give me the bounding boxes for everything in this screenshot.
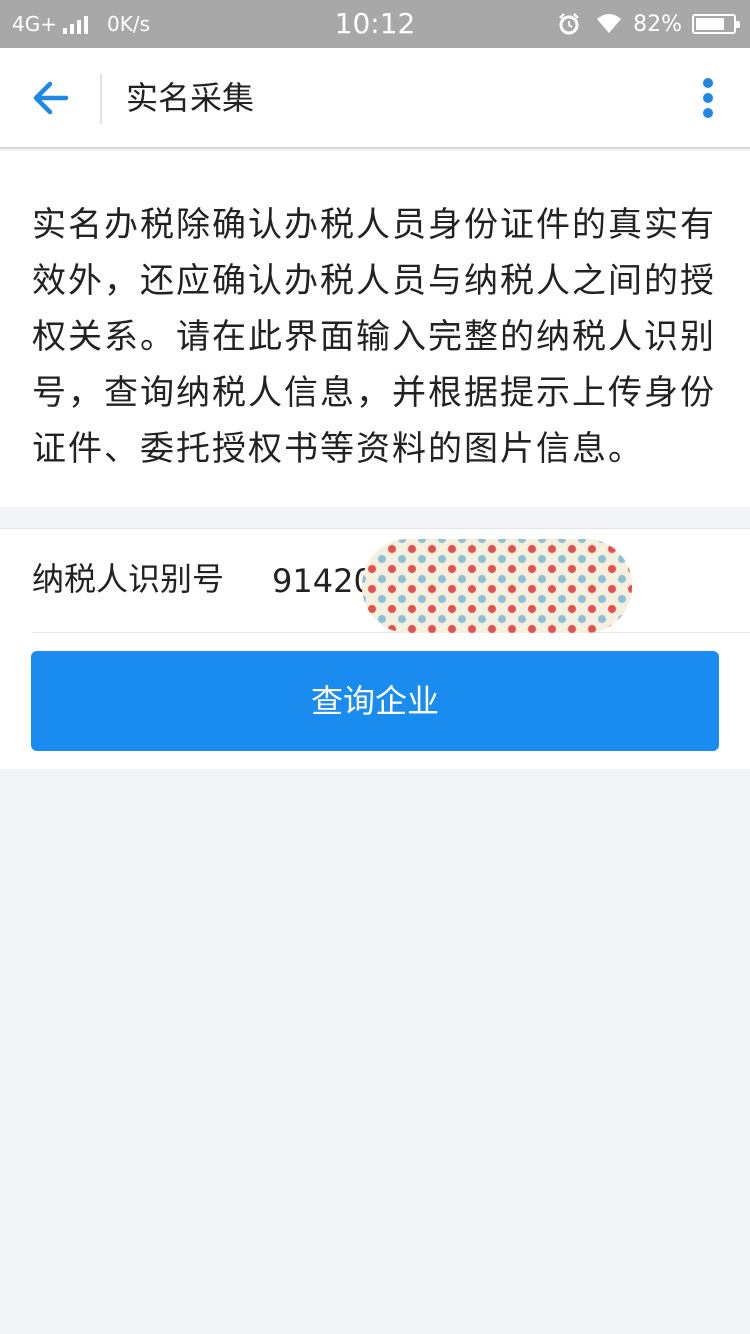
nav-divider bbox=[100, 74, 102, 124]
intro-panel: 实名办税除确认办税人员身份证件的真实有效外，还应确认办税人员与纳税人之间的授权关… bbox=[0, 151, 750, 507]
battery-percent: 82% bbox=[633, 11, 682, 37]
status-right: 82% bbox=[557, 10, 740, 38]
battery-icon bbox=[692, 14, 740, 34]
redaction-overlay bbox=[362, 539, 632, 633]
status-bar: 4G+ 0K/s 10:12 82% bbox=[0, 0, 750, 48]
back-arrow-icon[interactable] bbox=[22, 74, 78, 122]
more-vertical-icon[interactable] bbox=[696, 74, 720, 122]
tax-id-row: 纳税人识别号 bbox=[32, 529, 750, 633]
wifi-icon bbox=[597, 14, 622, 33]
query-form: 纳税人识别号 查询企业 bbox=[0, 528, 750, 769]
alarm-icon bbox=[559, 13, 579, 35]
nav-bar: 实名采集 bbox=[0, 48, 750, 149]
query-enterprise-button[interactable]: 查询企业 bbox=[31, 651, 719, 751]
page-title: 实名采集 bbox=[126, 79, 255, 117]
tax-id-label: 纳税人识别号 bbox=[32, 560, 225, 598]
intro-text: 实名办税除确认办税人员身份证件的真实有效外，还应确认办税人员与纳税人之间的授权关… bbox=[32, 205, 716, 469]
